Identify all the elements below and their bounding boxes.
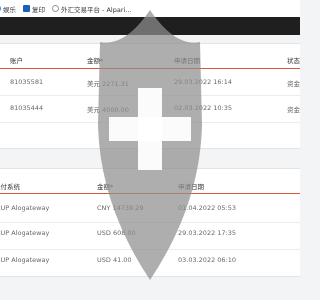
column-amount-label: 金额 xyxy=(97,183,110,191)
bookmark-entertainment[interactable]: 娱乐 xyxy=(0,4,16,14)
request-date: 03.03.2022 06:10 xyxy=(178,256,237,264)
accounts-table-header: 账户 金额* 申请日期 状态 xyxy=(0,50,300,69)
amount-value: 美元 2271.31 xyxy=(87,80,129,88)
table-row[interactable]: CUP Alogateway CNY 14739.29 01.04.2022 0… xyxy=(0,196,300,223)
table-row[interactable]: CUP Alogateway USD 41.00 03.03.2022 06:1… xyxy=(0,250,300,276)
accounts-panel: 账户 金额* 申请日期 状态 81035581 美元 2271.31 29.03… xyxy=(0,43,300,149)
amount-value: 美元 4000.00 xyxy=(87,106,129,114)
request-date: 29.03.2022 17:35 xyxy=(178,229,237,237)
column-status[interactable]: 状态 xyxy=(287,55,300,65)
status-value: 资金 xyxy=(287,80,300,88)
column-date[interactable]: 申请日期 xyxy=(178,181,204,191)
bookmark-label: 娱乐 xyxy=(3,5,16,14)
column-account[interactable]: 账户 xyxy=(10,55,23,65)
amount-value: USD 41.00 xyxy=(97,256,132,264)
payment-system: CUP Alogateway xyxy=(0,256,50,264)
request-date: 01.04.2022 05:53 xyxy=(178,204,237,212)
payments-panel: 支付系统 金额* 申请日期 CUP Alogateway CNY 14739.2… xyxy=(0,168,300,277)
amount-value: CNY 14739.29 xyxy=(97,204,144,212)
sort-marker: * xyxy=(100,57,104,65)
status-value: 资金 xyxy=(287,106,300,114)
table-row[interactable]: 81035444 美元 4000.00 02.03.2022 10:35 资金 xyxy=(0,96,300,123)
bookmark-label: 复印 xyxy=(32,5,45,14)
payments-table-header: 支付系统 金额* 申请日期 xyxy=(0,175,300,194)
account-number: 81035444 xyxy=(10,104,44,112)
column-amount-label: 金额 xyxy=(87,57,100,65)
bookmark-alpari[interactable]: 外汇交易平台 - Alpari... xyxy=(52,4,132,14)
payment-system: CUP Alogateway xyxy=(0,204,50,212)
table-row[interactable]: CUP Alogateway USD 608.00 29.03.2022 17:… xyxy=(0,223,300,250)
bookmark-label: 外汇交易平台 - Alpari... xyxy=(61,5,132,14)
amount-value: USD 608.00 xyxy=(97,229,136,237)
top-navigation-bar xyxy=(0,17,300,35)
column-amount[interactable]: 金额* xyxy=(97,181,113,191)
table-row[interactable]: 81035581 美元 2271.31 29.03.2022 16:14 资金 xyxy=(0,69,300,96)
column-payment-system[interactable]: 支付系统 xyxy=(0,181,20,191)
sort-marker: * xyxy=(110,183,114,191)
bookmark-icon xyxy=(23,5,30,12)
folder-icon xyxy=(0,5,1,12)
page-icon xyxy=(52,5,59,12)
bookmark-copy[interactable]: 复印 xyxy=(23,4,45,14)
column-date[interactable]: 申请日期 xyxy=(174,55,200,65)
request-date: 29.03.2022 16:14 xyxy=(174,78,233,86)
account-number: 81035581 xyxy=(10,78,44,86)
bookmarks-bar: 娱乐 复印 外汇交易平台 - Alpari... xyxy=(0,0,300,18)
payment-system: CUP Alogateway xyxy=(0,229,50,237)
request-date: 02.03.2022 10:35 xyxy=(174,104,233,112)
column-amount[interactable]: 金额* xyxy=(87,55,103,65)
